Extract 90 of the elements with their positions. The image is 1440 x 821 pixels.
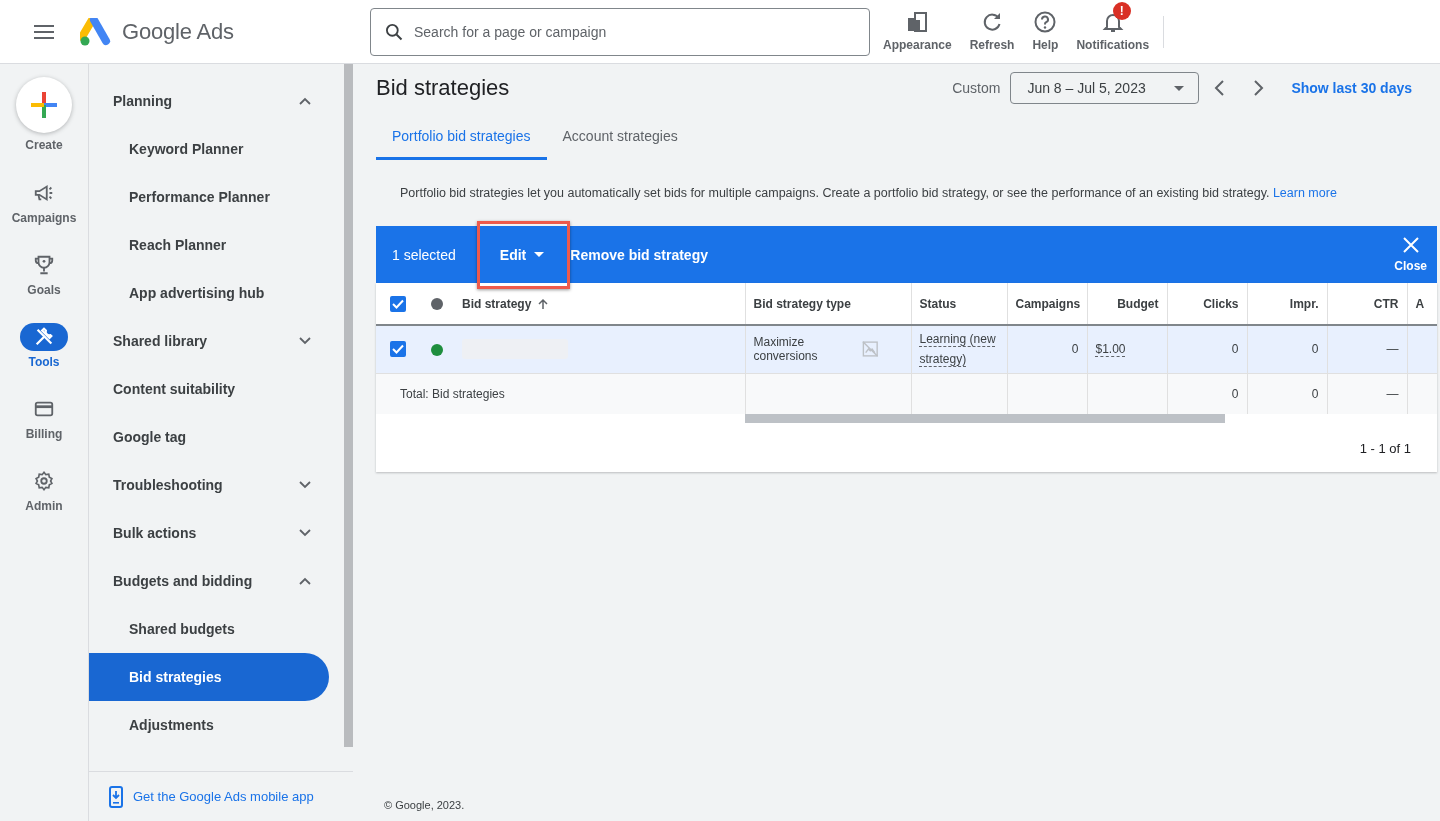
chevron-left-icon <box>1214 80 1225 96</box>
table-cell: Total: Bid strategies <box>400 386 505 401</box>
menu-icon <box>34 24 54 39</box>
chevron-up-icon <box>299 577 311 585</box>
learn-more-link[interactable]: Learn more <box>1272 186 1337 200</box>
date-range-dropdown[interactable]: Jun 8 – Jul 5, 2023 <box>1010 72 1200 104</box>
status-dot-icon <box>431 298 443 311</box>
help-icon <box>1033 9 1058 34</box>
nav-item[interactable]: Shared budgets <box>89 605 329 653</box>
tools-icon <box>33 326 55 348</box>
refresh-button[interactable]: Refresh <box>960 3 1024 60</box>
nav-item[interactable]: Bid strategies <box>89 653 329 701</box>
google-ads-logo-icon <box>80 17 112 46</box>
table-cell: — <box>1386 342 1399 357</box>
column-header[interactable]: A <box>1415 296 1425 311</box>
pagination-text: 1 - 1 of 1 <box>1359 440 1411 456</box>
create-button[interactable]: Create <box>4 77 84 171</box>
chevron-down-icon <box>299 529 311 537</box>
settings-icon <box>33 470 55 492</box>
rail-item[interactable]: Campaigns <box>4 171 84 243</box>
table-cell: 0 <box>1311 342 1319 357</box>
checkbox[interactable] <box>390 295 406 312</box>
table-row[interactable]: Maximize conversions Learning (new strategy) 0 $1.00 0 0 — <box>376 325 1437 373</box>
nav-item[interactable]: Keyword Planner <box>89 125 329 173</box>
appearance-button[interactable]: Appearance <box>874 3 961 60</box>
column-header[interactable]: Campaigns <box>1015 296 1081 311</box>
bar-chart-icon <box>905 9 930 34</box>
help-button[interactable]: Help <box>1023 3 1068 60</box>
nav-item[interactable]: Troubleshooting <box>89 461 329 509</box>
rail-item[interactable]: Tools <box>4 315 84 387</box>
nav-item[interactable]: Planning <box>89 77 329 125</box>
nav-item[interactable]: Adjustments <box>89 701 329 749</box>
table-cell-text: Maximize conversions <box>753 335 819 364</box>
chevron-down-icon <box>299 337 311 345</box>
column-header[interactable]: Budget <box>1117 296 1159 311</box>
mobile-app-link[interactable]: Get the Google Ads mobile app <box>109 785 314 808</box>
table-cell: 0 <box>1231 342 1239 357</box>
remove-button[interactable]: Remove bid strategy <box>570 234 722 275</box>
phone-download-icon <box>109 785 123 808</box>
description-text: Portfolio bid strategies let you automatically set bids for multiple campaigns. Create a portfolio bid strategy, or see the performance of an existing bid strategy. Learn more <box>399 185 1338 202</box>
caret-icon <box>1174 85 1185 91</box>
column-header[interactable]: Clicks <box>1203 296 1239 311</box>
checkbox[interactable] <box>390 341 406 358</box>
table-cell-text: Learning (new strategy) <box>919 331 997 369</box>
edit-menu-button[interactable]: Edit <box>479 234 571 275</box>
column-header[interactable]: Status <box>919 296 957 311</box>
rail-item[interactable]: Admin <box>4 459 84 531</box>
scrollbar-thumb[interactable] <box>344 64 353 747</box>
selected-count: 1 selected <box>392 246 456 263</box>
app-name: Google Ads <box>122 18 234 45</box>
table-cell: 0 <box>1311 386 1319 401</box>
chevron-up-icon <box>299 97 311 105</box>
column-header[interactable]: CTR <box>1373 296 1399 311</box>
rail-item[interactable]: Goals <box>4 243 84 315</box>
table-cell: 0 <box>1231 386 1239 401</box>
table-cell: 0 <box>1071 342 1079 357</box>
page-title: Bid strategies <box>376 75 511 101</box>
rail-item[interactable]: Billing <box>4 387 84 459</box>
nav-item[interactable]: Performance Planner <box>89 173 329 221</box>
nav-item[interactable]: Budgets and bidding <box>89 557 329 605</box>
image-off-icon <box>861 340 879 359</box>
table-cell-text: $1.00 <box>1095 341 1127 359</box>
scrollbar-thumb[interactable] <box>745 414 1225 423</box>
column-header[interactable]: Bid strategy <box>462 296 550 311</box>
close-button[interactable]: Close <box>1394 236 1427 273</box>
nav-item[interactable]: Google tag <box>89 413 329 461</box>
notification-badge: ! <box>1112 1 1131 20</box>
nav-item[interactable]: App advertising hub <box>89 269 329 317</box>
notifications-button[interactable]: ! Notifications <box>1067 3 1159 60</box>
chevron-right-icon <box>1254 80 1265 96</box>
plus-icon <box>31 92 57 118</box>
nav-item[interactable]: Shared library <box>89 317 329 365</box>
close-icon <box>1402 236 1419 253</box>
date-range-label: Custom <box>952 80 1001 96</box>
search-field[interactable]: Search for a page or campaign <box>370 7 870 56</box>
column-header[interactable]: Impr. <box>1289 296 1319 311</box>
nav-item[interactable]: Reach Planner <box>89 221 329 269</box>
tab[interactable]: Portfolio bid strategies <box>376 114 547 160</box>
nav-item[interactable]: Bulk actions <box>89 509 329 557</box>
megaphone-icon <box>33 182 55 204</box>
column-header[interactable]: Bid strategy type <box>753 296 851 311</box>
search-icon <box>384 21 404 42</box>
show-last-30-days-link[interactable]: Show last 30 days <box>1291 80 1412 96</box>
chevron-down-icon <box>299 481 311 489</box>
caret-icon <box>534 252 545 257</box>
trophy-icon <box>33 254 55 276</box>
copyright-text: © Google, 2023. <box>383 799 466 813</box>
nav-item[interactable]: Content suitability <box>89 365 329 413</box>
table-cell: — <box>1386 386 1399 401</box>
tab[interactable]: Account strategies <box>546 114 694 160</box>
